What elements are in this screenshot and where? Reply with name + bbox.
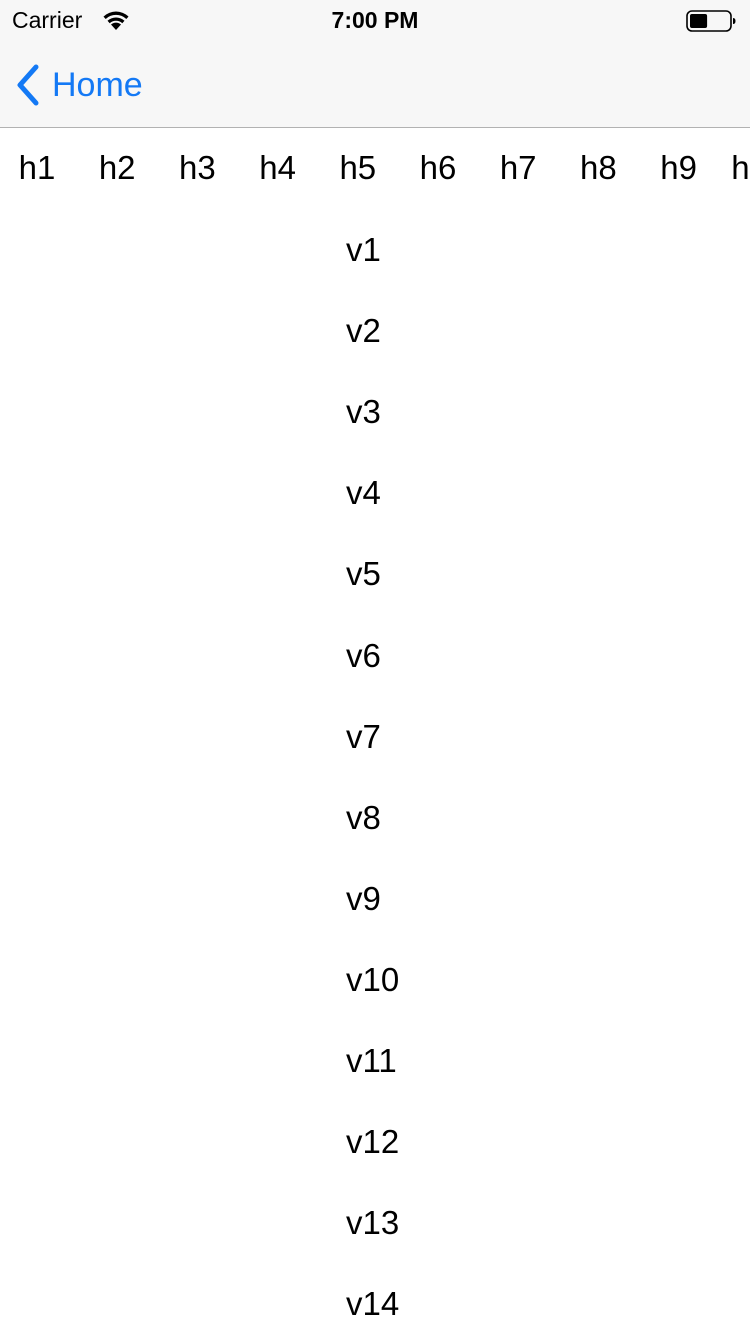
vertical-list-item[interactable]: v2 bbox=[346, 311, 381, 392]
vertical-list-item[interactable]: v5 bbox=[346, 554, 381, 635]
vertical-list-item[interactable]: v6 bbox=[346, 636, 381, 717]
battery-icon bbox=[686, 10, 736, 32]
vertical-list-item[interactable]: v3 bbox=[346, 392, 381, 473]
vertical-list-item[interactable]: v9 bbox=[346, 879, 381, 960]
vertical-list-item[interactable]: v13 bbox=[346, 1203, 399, 1284]
chevron-left-icon bbox=[17, 64, 39, 106]
screen: Carrier 7:00 PM Home h1 h2 h3 h4 h5 h6 h7 h8 h9 h bbox=[0, 0, 750, 1334]
horizontal-list-item[interactable]: h9 bbox=[639, 148, 719, 188]
horizontal-list-item[interactable]: h4 bbox=[238, 148, 318, 188]
vertical-scroll-list[interactable]: v1 v2 v3 v4 v5 v6 v7 v8 v9 v10 v11 v12 v13 v14 bbox=[0, 210, 750, 1334]
horizontal-list-item[interactable]: h5 bbox=[318, 148, 398, 188]
horizontal-scroll-list[interactable]: h1h2h3h4h5h6h7h8h9h10 bbox=[0, 128, 750, 210]
vertical-list-item[interactable]: v4 bbox=[346, 473, 381, 554]
horizontal-list-item[interactable]: h8 bbox=[558, 148, 638, 188]
horizontal-list-item[interactable]: h3 bbox=[157, 148, 237, 188]
vertical-list-item[interactable]: v14 bbox=[346, 1284, 399, 1334]
vertical-list-item[interactable]: v8 bbox=[346, 798, 381, 879]
horizontal-list-item[interactable]: h1 bbox=[0, 148, 77, 188]
horizontal-list-item[interactable]: h10 bbox=[719, 148, 750, 188]
navigation-bar: Home bbox=[0, 40, 750, 128]
horizontal-list-item[interactable]: h7 bbox=[478, 148, 558, 188]
status-time: 7:00 PM bbox=[331, 7, 419, 33]
vertical-list-item[interactable]: v1 bbox=[346, 230, 381, 311]
vertical-list-item[interactable]: v10 bbox=[346, 960, 399, 1041]
horizontal-list-item[interactable]: h2 bbox=[77, 148, 157, 188]
horizontal-list-item[interactable]: h6 bbox=[398, 148, 478, 188]
vertical-list-item[interactable]: v12 bbox=[346, 1122, 399, 1203]
status-bar: Carrier 7:00 PM bbox=[0, 0, 750, 40]
back-button-label: Home bbox=[52, 66, 143, 104]
vertical-list-item[interactable]: v7 bbox=[346, 717, 381, 798]
back-button[interactable]: Home bbox=[14, 62, 143, 108]
vertical-list-item[interactable]: v11 bbox=[346, 1041, 397, 1122]
top-bars: Carrier 7:00 PM Home bbox=[0, 0, 750, 128]
